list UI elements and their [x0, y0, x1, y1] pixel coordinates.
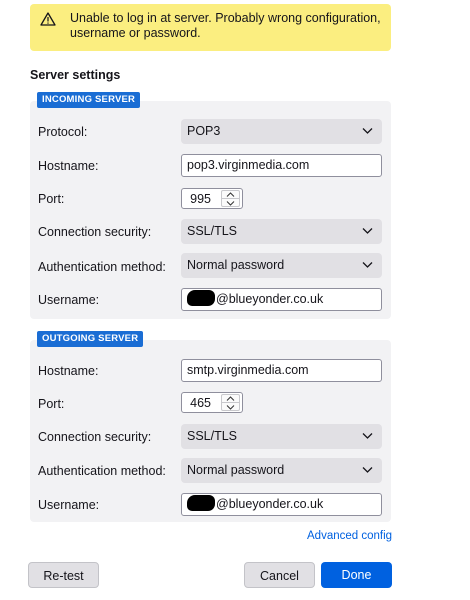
outgoing-auth-select[interactable]: Normal password [181, 458, 382, 483]
protocol-label: Protocol: [38, 125, 88, 139]
outgoing-auth-label: Authentication method: [38, 464, 166, 478]
protocol-select[interactable]: POP3 [181, 119, 382, 144]
chevron-up-icon [226, 192, 235, 197]
outgoing-port-label: Port: [38, 397, 65, 411]
outgoing-port-value: 465 [190, 396, 211, 410]
port-decrement-button[interactable] [222, 199, 239, 207]
incoming-auth-value: Normal password [187, 258, 285, 272]
incoming-auth-select[interactable]: Normal password [181, 253, 382, 278]
port-increment-button[interactable] [222, 395, 239, 403]
incoming-security-label: Connection security: [38, 225, 152, 239]
chevron-down-icon [362, 128, 373, 134]
retest-button[interactable]: Re-test [28, 562, 99, 588]
incoming-hostname-input[interactable]: pop3.virginmedia.com [181, 154, 382, 177]
incoming-auth-label: Authentication method: [38, 260, 166, 274]
redaction-mark [187, 495, 215, 511]
outgoing-username-label: Username: [38, 498, 100, 512]
outgoing-port-spinner[interactable] [221, 394, 240, 411]
outgoing-username-value: @blueyonder.co.uk [216, 497, 324, 511]
incoming-username-label: Username: [38, 293, 100, 307]
incoming-security-value: SSL/TLS [187, 224, 238, 238]
incoming-username-input[interactable]: @blueyonder.co.uk [181, 288, 382, 311]
cancel-button[interactable]: Cancel [244, 562, 315, 588]
outgoing-hostname-input[interactable]: smtp.virginmedia.com [181, 359, 382, 382]
warning-message: Unable to log in at server. Probably wro… [70, 11, 381, 40]
incoming-username-value: @blueyonder.co.uk [216, 292, 324, 306]
redaction-mark [187, 290, 215, 306]
outgoing-security-select[interactable]: SSL/TLS [181, 424, 382, 449]
advanced-config-link[interactable]: Advanced config [307, 530, 392, 542]
port-decrement-button[interactable] [222, 403, 239, 411]
incoming-hostname-label: Hostname: [38, 159, 99, 173]
outgoing-security-label: Connection security: [38, 430, 152, 444]
incoming-server-badge: INCOMING SERVER [37, 92, 141, 108]
outgoing-security-value: SSL/TLS [187, 429, 238, 443]
port-increment-button[interactable] [222, 191, 239, 199]
incoming-security-select[interactable]: SSL/TLS [181, 219, 382, 244]
incoming-port-label: Port: [38, 192, 65, 206]
chevron-down-icon [226, 200, 235, 206]
incoming-port-value: 995 [190, 192, 211, 206]
chevron-down-icon [362, 433, 373, 439]
server-settings-title: Server settings [30, 68, 121, 82]
outgoing-auth-value: Normal password [187, 463, 285, 477]
outgoing-server-badge: OUTGOING SERVER [37, 331, 144, 347]
chevron-up-icon [226, 396, 235, 401]
chevron-down-icon [362, 467, 373, 473]
warning-icon [40, 12, 56, 26]
incoming-port-spinner[interactable] [221, 190, 240, 207]
warning-banner: Unable to log in at server. Probably wro… [30, 4, 391, 51]
chevron-down-icon [226, 404, 235, 410]
done-button[interactable]: Done [321, 562, 392, 588]
protocol-value: POP3 [187, 124, 221, 138]
outgoing-hostname-label: Hostname: [38, 364, 99, 378]
chevron-down-icon [362, 262, 373, 268]
outgoing-port-input[interactable]: 465 [181, 392, 243, 413]
chevron-down-icon [362, 228, 373, 234]
outgoing-username-input[interactable]: @blueyonder.co.uk [181, 493, 382, 516]
incoming-port-input[interactable]: 995 [181, 188, 243, 209]
